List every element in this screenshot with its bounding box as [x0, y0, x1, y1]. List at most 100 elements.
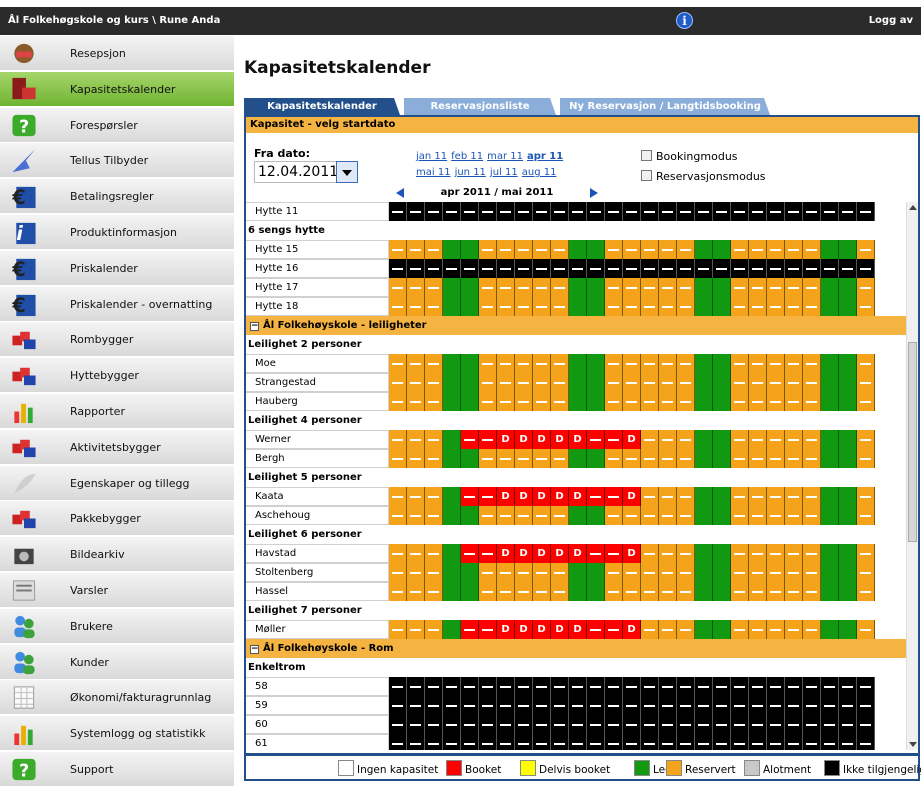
calendar-cell[interactable]	[731, 677, 749, 696]
calendar-cell[interactable]: D	[569, 620, 587, 639]
calendar-cell[interactable]	[479, 734, 497, 750]
calendar-cell[interactable]	[533, 696, 551, 715]
calendar-cell[interactable]	[443, 240, 461, 259]
calendar-cell[interactable]	[587, 392, 605, 411]
room-name[interactable]: Hassel	[246, 582, 389, 601]
calendar-cell[interactable]	[857, 259, 875, 278]
calendar-cell[interactable]	[479, 202, 497, 221]
calendar-cell[interactable]	[515, 696, 533, 715]
calendar-cell[interactable]	[821, 240, 839, 259]
calendar-cell[interactable]	[389, 544, 407, 563]
calendar-cell[interactable]: D	[569, 430, 587, 449]
calendar-cell[interactable]	[821, 563, 839, 582]
calendar-cell[interactable]	[785, 715, 803, 734]
collapse-icon[interactable]: −	[250, 645, 259, 654]
calendar-cell[interactable]	[677, 449, 695, 468]
calendar-cell[interactable]	[839, 506, 857, 525]
calendar-cell[interactable]	[821, 202, 839, 221]
month-link[interactable]: jul 11	[490, 167, 518, 178]
calendar-cell[interactable]	[857, 715, 875, 734]
room-name[interactable]: Bergh	[246, 449, 389, 468]
calendar-cell[interactable]	[407, 392, 425, 411]
calendar-cell[interactable]	[785, 487, 803, 506]
calendar-cell[interactable]	[767, 582, 785, 601]
calendar-cell[interactable]	[623, 354, 641, 373]
calendar-cell[interactable]	[533, 677, 551, 696]
calendar-cell[interactable]	[641, 715, 659, 734]
calendar-cell[interactable]	[803, 449, 821, 468]
calendar-cell[interactable]	[677, 202, 695, 221]
calendar-cell[interactable]	[839, 202, 857, 221]
calendar-cell[interactable]	[623, 715, 641, 734]
calendar-cell[interactable]	[389, 715, 407, 734]
calendar-cell[interactable]	[623, 373, 641, 392]
room-name[interactable]: Moe	[246, 354, 389, 373]
calendar-cell[interactable]	[443, 696, 461, 715]
calendar-cell[interactable]	[803, 259, 821, 278]
calendar-cell[interactable]	[587, 240, 605, 259]
calendar-cell[interactable]	[443, 620, 461, 639]
calendar-cell[interactable]	[461, 563, 479, 582]
sidebar-item-support[interactable]: ? Support	[0, 752, 234, 787]
calendar-cell[interactable]	[767, 373, 785, 392]
room-name[interactable]: Aschehoug	[246, 506, 389, 525]
calendar-cell[interactable]	[767, 297, 785, 316]
calendar-cell[interactable]	[605, 259, 623, 278]
calendar-cell[interactable]	[857, 544, 875, 563]
calendar-cell[interactable]	[515, 449, 533, 468]
calendar-cell[interactable]	[695, 202, 713, 221]
calendar-cell[interactable]	[533, 715, 551, 734]
calendar-cell[interactable]	[533, 354, 551, 373]
calendar-cell[interactable]	[803, 715, 821, 734]
calendar-cell[interactable]	[713, 449, 731, 468]
calendar-cell[interactable]	[443, 392, 461, 411]
calendar-cell[interactable]	[497, 449, 515, 468]
calendar-cell[interactable]	[677, 696, 695, 715]
calendar-cell[interactable]	[461, 696, 479, 715]
calendar-cell[interactable]	[785, 278, 803, 297]
section-header[interactable]: − Ål Folkehøyskole - Rom	[246, 639, 906, 658]
calendar-cell[interactable]	[659, 297, 677, 316]
calendar-cell[interactable]	[821, 677, 839, 696]
calendar-cell[interactable]	[785, 202, 803, 221]
calendar-cell[interactable]	[623, 202, 641, 221]
calendar-cell[interactable]	[605, 734, 623, 750]
calendar-cell[interactable]	[785, 297, 803, 316]
calendar-cell[interactable]	[389, 240, 407, 259]
calendar-cell[interactable]: D	[515, 544, 533, 563]
calendar-cell[interactable]	[569, 240, 587, 259]
calendar-cell[interactable]	[695, 506, 713, 525]
calendar-cell[interactable]	[731, 506, 749, 525]
calendar-cell[interactable]	[605, 278, 623, 297]
calendar-cell[interactable]	[443, 278, 461, 297]
calendar-cell[interactable]	[857, 563, 875, 582]
sidebar-item-rapporter[interactable]: Rapporter	[0, 394, 234, 429]
calendar-cell[interactable]	[713, 715, 731, 734]
calendar-cell[interactable]	[749, 392, 767, 411]
calendar-cell[interactable]	[407, 506, 425, 525]
calendar-cell[interactable]	[749, 297, 767, 316]
calendar-cell[interactable]	[443, 449, 461, 468]
calendar-cell[interactable]	[551, 696, 569, 715]
calendar-cell[interactable]	[785, 354, 803, 373]
calendar-cell[interactable]	[839, 354, 857, 373]
calendar-cell[interactable]	[569, 297, 587, 316]
calendar-cell[interactable]	[533, 297, 551, 316]
calendar-cell[interactable]	[425, 297, 443, 316]
calendar-cell[interactable]	[731, 620, 749, 639]
calendar-cell[interactable]	[479, 373, 497, 392]
calendar-cell[interactable]: D	[533, 487, 551, 506]
calendar-cell[interactable]	[641, 202, 659, 221]
room-name[interactable]: 60	[246, 715, 389, 734]
calendar-cell[interactable]	[497, 278, 515, 297]
calendar-cell[interactable]	[533, 563, 551, 582]
calendar-cell[interactable]	[713, 297, 731, 316]
calendar-cell[interactable]	[389, 677, 407, 696]
calendar-cell[interactable]	[695, 620, 713, 639]
tab-ny-reservasjon[interactable]: Ny Reservasjon / Langtidsbooking	[560, 98, 770, 115]
calendar-cell[interactable]	[659, 278, 677, 297]
info-icon[interactable]: i	[676, 12, 693, 29]
date-dropdown-button[interactable]	[336, 161, 358, 183]
calendar-cell[interactable]	[443, 373, 461, 392]
calendar-cell[interactable]	[461, 582, 479, 601]
